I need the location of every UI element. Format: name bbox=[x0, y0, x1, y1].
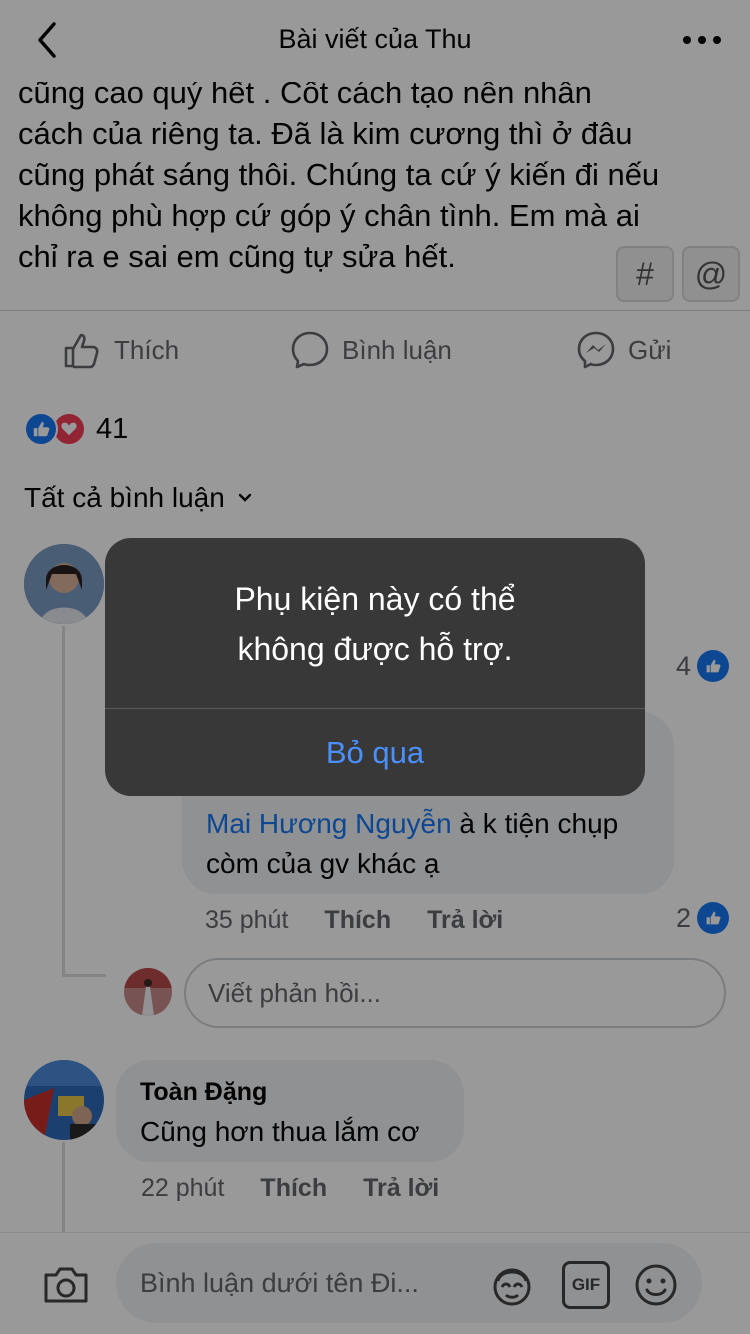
alert-message: Phụ kiện này có thể không được hỗ trợ. bbox=[234, 581, 516, 667]
alert-dialog: Phụ kiện này có thể không được hỗ trợ. B… bbox=[105, 538, 645, 796]
dismiss-button[interactable]: Bỏ qua bbox=[105, 709, 645, 796]
